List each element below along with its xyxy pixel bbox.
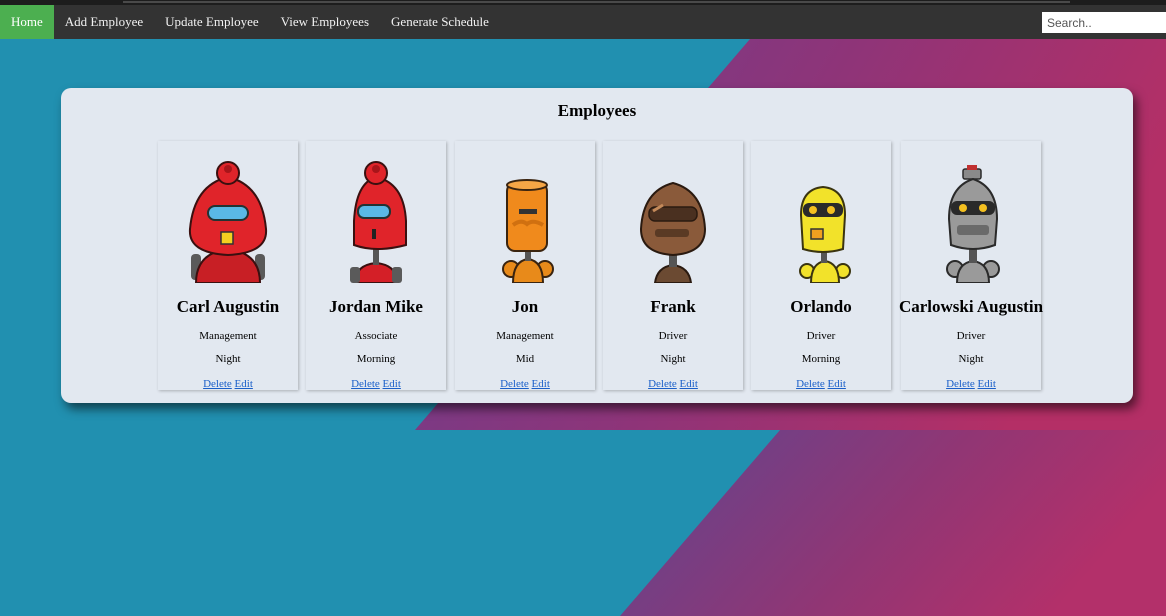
employee-card: Frank Driver Night Delete Edit bbox=[603, 141, 743, 390]
employee-name: Carl Augustin bbox=[176, 297, 280, 316]
employee-role: Management bbox=[496, 330, 554, 342]
edit-link[interactable]: Edit bbox=[978, 378, 996, 390]
search-input[interactable] bbox=[1042, 12, 1166, 33]
employee-shift: Night bbox=[660, 353, 686, 365]
edit-link[interactable]: Edit bbox=[532, 378, 550, 390]
employee-role: Management bbox=[199, 330, 257, 342]
card-actions: Delete Edit bbox=[751, 378, 891, 390]
employee-name: Frank bbox=[650, 297, 696, 316]
employee-card: Jon Management Mid Delete Edit bbox=[455, 141, 595, 390]
employee-shift: Morning bbox=[356, 353, 396, 365]
employee-role: Driver bbox=[806, 330, 836, 342]
edit-link[interactable]: Edit bbox=[235, 378, 253, 390]
employee-shift: Night bbox=[215, 353, 241, 365]
orange-robot-icon bbox=[502, 179, 554, 283]
nav-generate-schedule[interactable]: Generate Schedule bbox=[380, 5, 500, 39]
employee-name: Orlando bbox=[790, 297, 852, 316]
employee-name: Jon bbox=[511, 297, 539, 316]
employee-card: Carl Augustin Management Night Delete Ed… bbox=[158, 141, 298, 390]
edit-link[interactable]: Edit bbox=[828, 378, 846, 390]
nav-home[interactable]: Home bbox=[0, 5, 54, 39]
gray-robot-icon bbox=[946, 165, 1000, 283]
brown-robot-icon bbox=[639, 181, 707, 283]
nav-add-employee[interactable]: Add Employee bbox=[54, 5, 154, 39]
yellow-robot-icon bbox=[799, 185, 851, 283]
top-navbar: Home Add Employee Update Employee View E… bbox=[0, 5, 1166, 39]
edit-link[interactable]: Edit bbox=[383, 378, 401, 390]
edit-link[interactable]: Edit bbox=[680, 378, 698, 390]
card-actions: Delete Edit bbox=[603, 378, 743, 390]
employee-role: Associate bbox=[354, 330, 398, 342]
employee-shift: Mid bbox=[515, 353, 535, 365]
employee-name: Jordan Mike bbox=[329, 297, 423, 316]
employee-role: Driver bbox=[658, 330, 688, 342]
card-actions: Delete Edit bbox=[306, 378, 446, 390]
card-actions: Delete Edit bbox=[158, 378, 298, 390]
delete-link[interactable]: Delete bbox=[648, 378, 677, 390]
employee-shift: Morning bbox=[801, 353, 841, 365]
nav-update-employee[interactable]: Update Employee bbox=[154, 5, 270, 39]
red-robot-icon bbox=[188, 161, 268, 283]
employees-panel: Employees Carl Augustin Management Night… bbox=[61, 88, 1133, 403]
card-actions: Delete Edit bbox=[901, 378, 1041, 390]
employee-role: Driver bbox=[956, 330, 986, 342]
red-robot-icon bbox=[350, 161, 407, 283]
delete-link[interactable]: Delete bbox=[500, 378, 529, 390]
employee-card: Jordan Mike Associate Morning Delete Edi… bbox=[306, 141, 446, 390]
window-top-strip bbox=[0, 0, 1166, 5]
delete-link[interactable]: Delete bbox=[946, 378, 975, 390]
card-actions: Delete Edit bbox=[455, 378, 595, 390]
delete-link[interactable]: Delete bbox=[796, 378, 825, 390]
top-strip-line bbox=[123, 1, 1070, 3]
employee-name: Carlowski Augustin bbox=[898, 297, 1044, 316]
employee-card: Carlowski Augustin Driver Night Delete E… bbox=[899, 141, 1043, 390]
panel-title: Employees bbox=[557, 101, 637, 120]
employee-card: Orlando Driver Morning Delete Edit bbox=[751, 141, 891, 390]
nav-view-employees[interactable]: View Employees bbox=[270, 5, 380, 39]
employee-shift: Night bbox=[958, 353, 984, 365]
delete-link[interactable]: Delete bbox=[203, 378, 232, 390]
delete-link[interactable]: Delete bbox=[351, 378, 380, 390]
